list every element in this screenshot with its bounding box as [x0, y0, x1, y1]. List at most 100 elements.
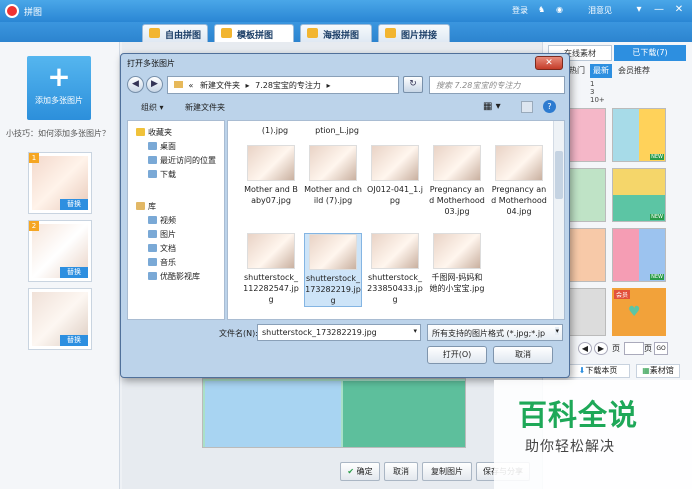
nav-item-label: 音乐 [160, 258, 176, 267]
file-name: Pregnancy and Motherhood03.jpg [429, 185, 485, 216]
confirm-label: 确定 [356, 467, 373, 476]
template-item[interactable]: NEW [612, 108, 666, 162]
plus-icon: + [47, 60, 71, 93]
replace-button[interactable]: 替换 [60, 199, 88, 210]
nav-item[interactable]: 图片 [148, 229, 176, 240]
nav-item[interactable]: 最近访问的位置 [148, 155, 216, 166]
nav-item[interactable]: 音乐 [148, 257, 176, 268]
photo-thumb[interactable]: 替换 [28, 288, 92, 350]
open-button[interactable]: 打开(O) [427, 346, 487, 364]
tab-image-stitch[interactable]: 图片拼接 [378, 24, 450, 42]
subtab-vip[interactable]: 会员推荐 [614, 64, 654, 78]
collage-preview[interactable] [202, 378, 466, 448]
file-item-partial[interactable]: ption_L.jpg [308, 125, 366, 136]
filetype-select[interactable]: 所有支持的图片格式 (*.jpg;*.jp ▾ [427, 324, 563, 341]
nav-item[interactable]: 优酷影视库 [148, 271, 200, 282]
address-bar[interactable]: « 新建文件夹 ▸ 7.28宝宝的专注力 ▸ [167, 76, 399, 94]
next-page-icon[interactable]: ▶ [594, 342, 608, 355]
thumb-number-badge: 1 [29, 153, 39, 163]
file-item[interactable]: OJ012-041_1.jpg [366, 145, 424, 206]
template-item-selected[interactable]: 会员 ♥ [612, 288, 666, 336]
new-folder-button[interactable]: 新建文件夹 [185, 102, 225, 113]
file-thumbnail-image [247, 233, 295, 269]
view-options-icon[interactable]: ▦ ▾ [483, 101, 501, 112]
tab-downloaded[interactable]: 已下载(7) [614, 45, 686, 61]
file-item[interactable]: 千图网-妈妈和她的小宝宝.jpg [428, 233, 486, 294]
template-item[interactable]: NEW [612, 168, 666, 222]
material-hall-button[interactable]: ▦素材馆 [636, 364, 680, 378]
nav-item[interactable]: 收藏夹 [136, 127, 172, 138]
organize-menu[interactable]: 组织 ▾ [141, 102, 164, 113]
filename-input[interactable]: shutterstock_173282219.jpg ▾ [257, 324, 421, 341]
file-item[interactable]: Mother and Baby07.jpg [242, 145, 300, 206]
new-badge: NEW [650, 214, 664, 220]
nav-item[interactable]: 下载 [148, 169, 176, 180]
dialog-close-button[interactable]: ✕ [535, 56, 563, 70]
template-item[interactable]: NEW [612, 228, 666, 282]
go-button[interactable]: GO [654, 342, 668, 355]
login-link[interactable]: 登录 [512, 5, 528, 16]
help-icon[interactable]: ? [543, 100, 556, 113]
file-item-partial[interactable]: (1).jpg [246, 125, 304, 136]
file-list-scrollbar[interactable] [553, 121, 564, 319]
file-item[interactable]: shutterstock_173282219.jpg [304, 233, 362, 307]
menu-button[interactable]: ▾ [632, 4, 646, 17]
refresh-icon[interactable]: ↻ [403, 76, 423, 93]
replace-button[interactable]: 替换 [60, 267, 88, 278]
cancel-button[interactable]: 取消 [384, 462, 418, 481]
tab-free-collage[interactable]: 自由拼图 [142, 24, 208, 42]
nav-item-label: 文档 [160, 244, 176, 253]
scrollbar-thumb[interactable] [555, 151, 563, 199]
tab-label: 模板拼图 [237, 31, 274, 41]
app-logo-icon [5, 4, 19, 18]
qq-icon[interactable]: ♞ [538, 5, 545, 14]
breadcrumb-overflow[interactable]: « [189, 81, 194, 90]
add-images-button[interactable]: + 添加多张图片 [27, 56, 91, 120]
preview-pane-icon[interactable] [521, 101, 533, 113]
breadcrumb-separator[interactable]: ▸ [246, 81, 250, 90]
tab-poster-collage[interactable]: 海报拼图 [300, 24, 372, 42]
chevron-down-icon[interactable]: ▾ [413, 327, 417, 335]
breadcrumb-item[interactable]: 新建文件夹 [200, 81, 240, 90]
photo-thumb[interactable]: 1 替换 [28, 152, 92, 214]
tab-template-collage[interactable]: 模板拼图 [214, 24, 294, 42]
file-thumbnail-image [247, 145, 295, 181]
breadcrumb-separator[interactable]: ▸ [326, 81, 330, 90]
back-icon[interactable]: ◀ [127, 76, 144, 93]
file-item[interactable]: Pregnancy and Motherhood04.jpg [490, 145, 548, 217]
close-app-button[interactable]: ✕ [672, 4, 686, 17]
weibo-icon[interactable]: ◉ [556, 5, 563, 14]
dialog-title: 打开多张图片 [127, 59, 175, 68]
tip-link[interactable]: 小技巧：如何添加多张图片？ [6, 128, 110, 139]
file-name: shutterstock_112282547.jpg [243, 273, 299, 304]
star-icon [136, 128, 145, 136]
minimize-button[interactable]: — [652, 4, 666, 17]
page-input[interactable] [624, 342, 644, 355]
nav-item[interactable]: 库 [136, 201, 156, 212]
subtab-newest[interactable]: 最新 [590, 64, 612, 78]
poster-collage-icon [307, 28, 318, 38]
dialog-file-list: (1).jpg ption_L.jpg Mother and Baby07.jp… [227, 120, 565, 320]
nav-item[interactable]: 桌面 [148, 141, 176, 152]
prev-page-icon[interactable]: ◀ [578, 342, 592, 355]
file-item[interactable]: shutterstock_233850433.jpg [366, 233, 424, 305]
file-item[interactable]: shutterstock_112282547.jpg [242, 233, 300, 305]
forward-icon[interactable]: ▶ [146, 76, 163, 93]
breadcrumb-item[interactable]: 7.28宝宝的专注力 [255, 81, 321, 90]
collage-cell[interactable] [205, 381, 341, 447]
nav-item[interactable]: 视频 [148, 215, 176, 226]
folder-icon [148, 216, 157, 224]
copy-image-button[interactable]: 复制图片 [422, 462, 472, 481]
nav-item[interactable]: 文档 [148, 243, 176, 254]
file-item[interactable]: Mother and child (7).jpg [304, 145, 362, 206]
chevron-down-icon[interactable]: ▾ [555, 327, 559, 335]
dialog-search-input[interactable]: 搜索 7.28宝宝的专注力 [429, 76, 565, 94]
file-item[interactable]: Pregnancy and Motherhood03.jpg [428, 145, 486, 217]
feedback-link[interactable]: 泪意见 [588, 5, 612, 16]
photo-thumb[interactable]: 2 替换 [28, 220, 92, 282]
collage-cell[interactable] [343, 381, 465, 447]
dialog-cancel-button[interactable]: 取消 [493, 346, 553, 364]
download-page-button[interactable]: ⬇下载本页 [566, 364, 630, 378]
replace-button[interactable]: 替换 [60, 335, 88, 346]
confirm-button[interactable]: ✔ 确定 [340, 462, 380, 481]
